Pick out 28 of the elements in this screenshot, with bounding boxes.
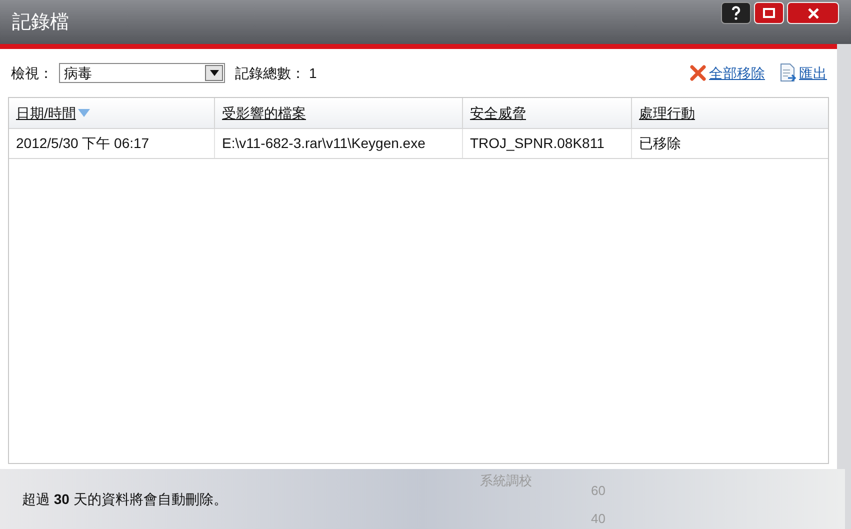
question-mark-icon (731, 6, 741, 20)
table-cell-text: E:\v11-682-3.rar\v11\Keygen.exe (222, 134, 426, 153)
action-link[interactable]: 全部移除 (709, 62, 765, 84)
column-header[interactable]: 處理行動 (639, 102, 695, 124)
footer-note: 超過 30 天的資料將會自動刪除。 (22, 490, 228, 508)
maximize-icon (763, 8, 775, 18)
table-cell-text: 已移除 (639, 134, 681, 153)
table-cell-text: TROJ_SPNR.08K811 (470, 134, 604, 153)
close-icon (689, 64, 707, 82)
record-count-label: 記錄總數： (235, 64, 305, 82)
background-text: 系統調校 (480, 472, 532, 490)
background-text: 60 (591, 482, 606, 500)
view-label: 檢視： (11, 64, 53, 82)
view-dropdown[interactable]: 病毒 (59, 63, 225, 83)
close-button[interactable] (787, 2, 839, 24)
sort-down-icon (78, 109, 90, 117)
column-header[interactable]: 日期/時間 (16, 102, 90, 124)
background-text: 40 (591, 510, 606, 528)
close-icon (808, 8, 818, 18)
column-header[interactable]: 受影響的檔案 (222, 102, 306, 124)
record-count: 1 (309, 64, 317, 82)
maximize-button[interactable] (754, 2, 784, 24)
window-title: 記錄檔 (12, 10, 69, 35)
action-link[interactable]: 匯出 (799, 62, 827, 84)
column-header[interactable]: 安全威脅 (470, 102, 526, 124)
help-button[interactable] (721, 2, 751, 24)
document-arrow-icon (779, 63, 797, 83)
table-cell-text: 2012/5/30 下午 06:17 (16, 134, 150, 153)
